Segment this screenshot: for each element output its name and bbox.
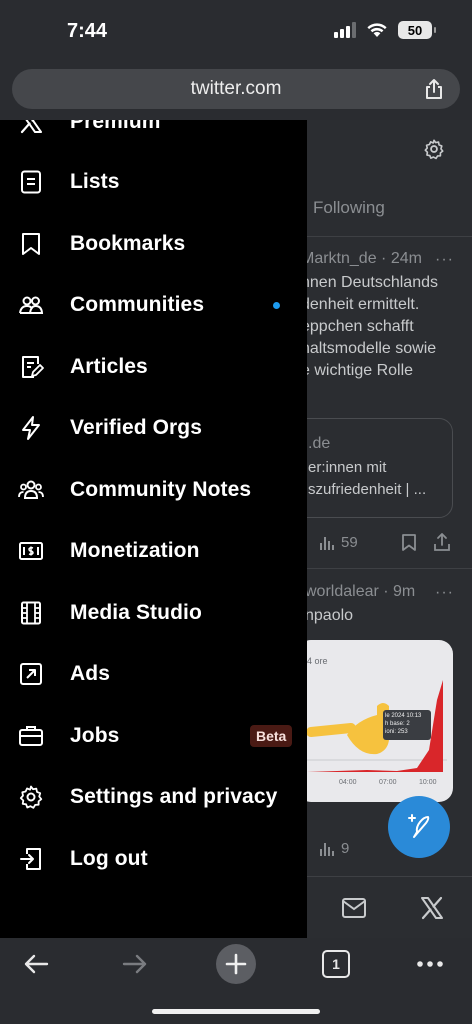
- bookmark-icon[interactable]: [401, 533, 417, 552]
- post-line: npaolo: [307, 607, 354, 624]
- status-icons: 50: [334, 21, 436, 39]
- forward-button[interactable]: [113, 942, 157, 986]
- article-icon: [18, 354, 44, 380]
- menu-item-ads[interactable]: Ads: [0, 646, 307, 702]
- menu-item-jobs[interactable]: Jobs Beta: [0, 708, 307, 764]
- timeline-background: Following Marktn_de · 24m ··· nnen Deuts…: [307, 120, 472, 938]
- more-icon[interactable]: ···: [435, 584, 454, 602]
- more-icon: [417, 961, 443, 967]
- money-icon: [18, 538, 44, 564]
- menu-item-premium[interactable]: Premium: [0, 120, 307, 150]
- menu-label: Communities: [70, 293, 205, 316]
- views-count: 59: [341, 534, 358, 551]
- menu-item-bookmarks[interactable]: Bookmarks: [0, 216, 307, 272]
- beta-badge: Beta: [250, 725, 293, 747]
- chart-tooltip: le 2024 10:13 h base: 2 ioni: 253: [385, 712, 421, 736]
- menu-label: Ads: [70, 662, 110, 685]
- feather-plus-icon: [408, 814, 430, 838]
- views-icon[interactable]: [319, 535, 335, 551]
- status-time: 7:44: [67, 20, 108, 42]
- logout-icon: [18, 846, 44, 872]
- new-tab-button[interactable]: [216, 944, 256, 984]
- signal-icon: [334, 22, 356, 38]
- navigation-drawer: Premium Lists Bookmarks Communities Arti…: [0, 120, 307, 938]
- x-logo-icon[interactable]: [419, 895, 445, 921]
- notification-dot: [273, 301, 280, 309]
- menu-label: Community Notes: [70, 478, 252, 501]
- views-count: 9: [341, 840, 350, 857]
- views-icon[interactable]: [319, 841, 335, 857]
- post-meta: worldalear · 9m: [307, 583, 416, 600]
- chart-image: [307, 680, 447, 772]
- x-bottom-tabs: [307, 876, 472, 938]
- film-icon: [18, 600, 44, 626]
- briefcase-icon: [18, 723, 44, 749]
- arrow-left-icon: [24, 954, 49, 974]
- tabs-button[interactable]: 1: [322, 950, 350, 978]
- battery-indicator: 50: [398, 21, 436, 39]
- more-icon[interactable]: ···: [435, 251, 454, 269]
- card-domain: .de: [308, 435, 331, 452]
- card-line: szufriedenheit | ...: [308, 481, 427, 498]
- post-line: denheit ermittelt.: [307, 296, 420, 313]
- menu-item-articles[interactable]: Articles: [0, 339, 307, 395]
- plus-icon: [225, 953, 247, 975]
- menu-label: Bookmarks: [70, 232, 186, 255]
- url-text: twitter.com: [190, 78, 282, 99]
- tooltip-line: h base: 2: [385, 721, 410, 727]
- address-bar[interactable]: twitter.com: [12, 69, 460, 109]
- tab-following[interactable]: Following: [313, 198, 385, 218]
- post-line: nnen Deutschlands: [307, 274, 438, 291]
- post-image[interactable]: 4 ore le 2024 10:13 h base: 2 ioni: 253 …: [307, 640, 453, 802]
- menu-item-verified-orgs[interactable]: Verified Orgs: [0, 400, 307, 456]
- menu-label: Lists: [70, 170, 120, 193]
- more-options-button[interactable]: [408, 942, 452, 986]
- tooltip-line: ioni: 253: [385, 729, 408, 735]
- gear-icon: [18, 784, 44, 810]
- menu-item-settings-and-privacy[interactable]: Settings and privacy: [0, 769, 307, 825]
- ads-icon: [18, 661, 44, 687]
- menu-label: Articles: [70, 355, 148, 378]
- menu-item-log-out[interactable]: Log out: [0, 831, 307, 887]
- tick-label: 07:00: [379, 779, 397, 786]
- communities-icon: [18, 292, 44, 318]
- menu-label: Verified Orgs: [70, 416, 203, 439]
- menu-item-lists[interactable]: Lists: [0, 154, 307, 210]
- back-button[interactable]: [14, 942, 58, 986]
- menu-label: Jobs: [70, 724, 120, 747]
- menu-label: Log out: [70, 847, 148, 870]
- browser-top-bar: 7:44 50 twitter.com: [0, 0, 472, 120]
- bookmark-icon: [18, 231, 44, 257]
- compose-button[interactable]: [388, 796, 450, 858]
- menu-label: Settings and privacy: [70, 785, 278, 808]
- share-icon[interactable]: [424, 78, 444, 100]
- menu-item-media-studio[interactable]: Media Studio: [0, 585, 307, 641]
- wifi-icon: [367, 23, 387, 37]
- home-indicator: [152, 1009, 320, 1014]
- menu-label: Monetization: [70, 539, 200, 562]
- tab-count: 1: [332, 956, 340, 972]
- card-line: er:innen mit: [308, 459, 387, 476]
- lightning-icon: [18, 415, 44, 441]
- menu-label: Premium: [70, 120, 161, 133]
- list-icon: [18, 169, 44, 195]
- gear-icon[interactable]: [423, 138, 445, 160]
- tooltip-line: le 2024 10:13: [385, 713, 422, 719]
- menu-item-community-notes[interactable]: Community Notes: [0, 462, 307, 518]
- post-line: e wichtige Rolle: [307, 362, 414, 379]
- post-line: eppchen schafft: [307, 318, 414, 335]
- tick-label: 10:00: [419, 779, 437, 786]
- menu-item-communities[interactable]: Communities: [0, 277, 307, 333]
- share-icon[interactable]: [433, 532, 451, 552]
- menu-item-monetization[interactable]: Monetization: [0, 523, 307, 579]
- x-logo-icon: [18, 120, 44, 135]
- people-icon: [18, 477, 44, 503]
- mail-icon[interactable]: [341, 897, 367, 919]
- menu-label: Media Studio: [70, 601, 202, 624]
- arrow-right-icon: [122, 954, 147, 974]
- post-meta: Marktn_de · 24m: [307, 250, 422, 267]
- post-line: haltsmodelle sowie: [307, 340, 437, 357]
- tick-label: 04:00: [339, 779, 357, 786]
- link-card[interactable]: .de er:innen mit szufriedenheit | ...: [307, 418, 453, 518]
